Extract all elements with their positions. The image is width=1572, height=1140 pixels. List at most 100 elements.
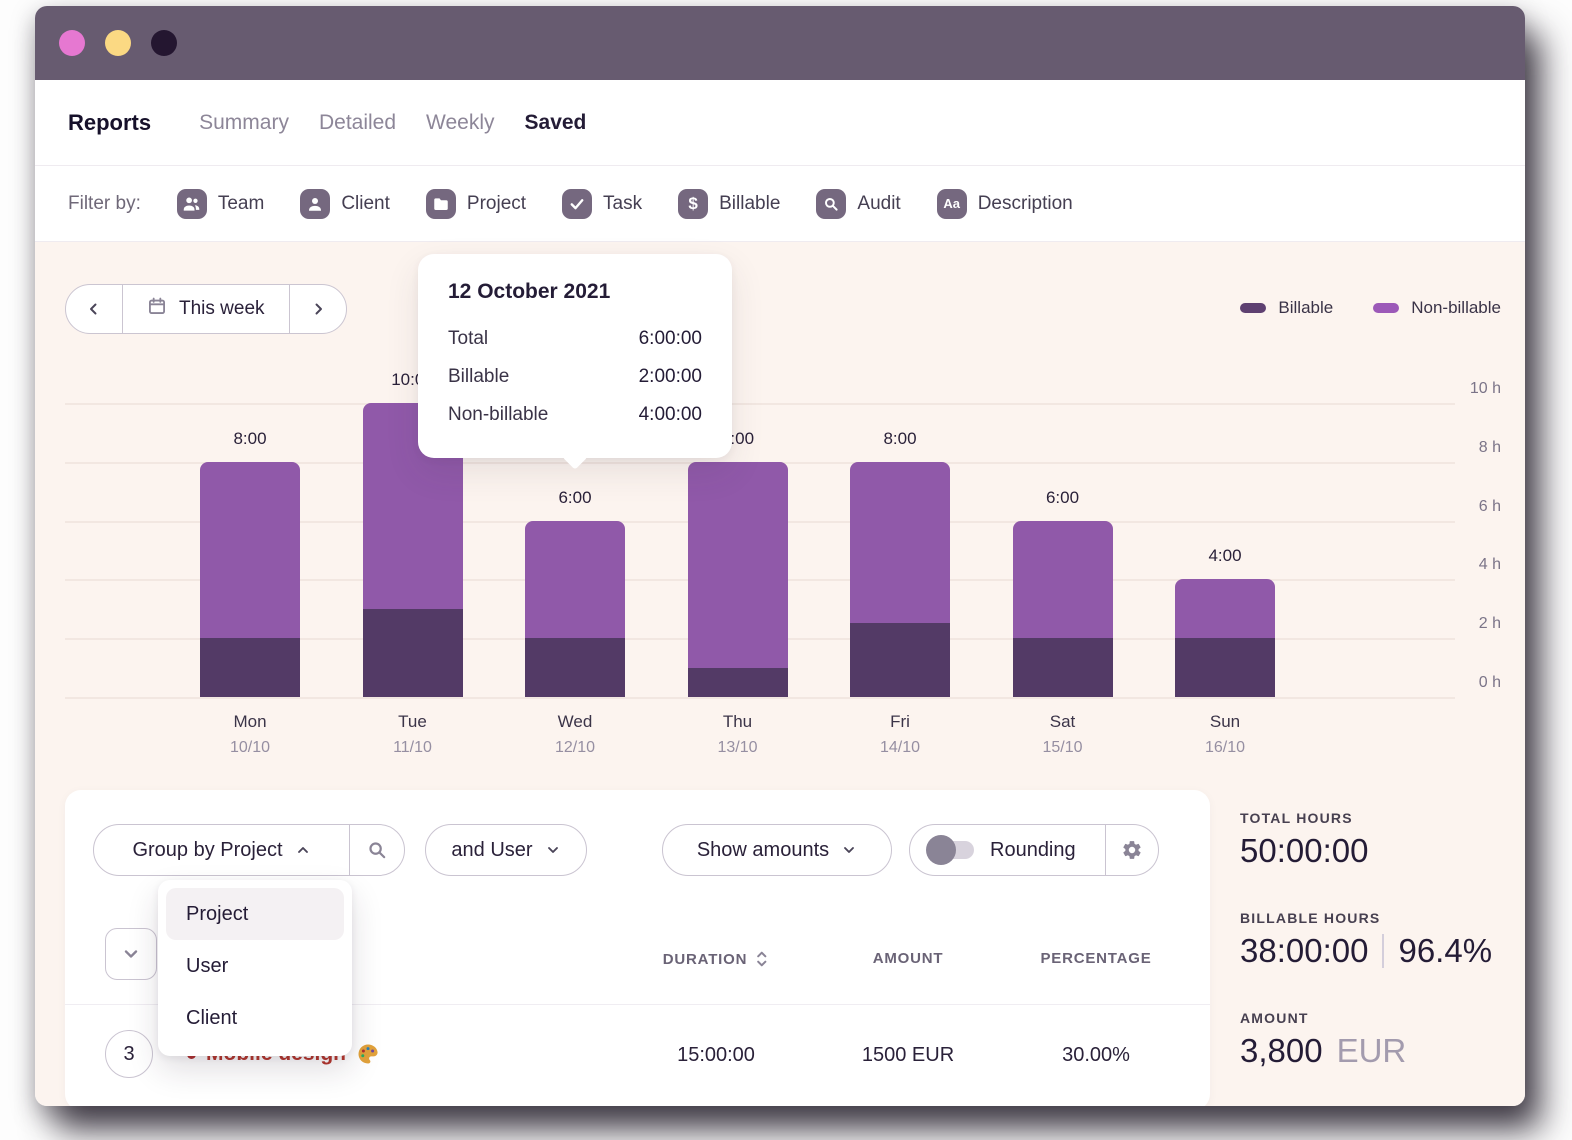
filter-client[interactable]: Client — [300, 189, 390, 219]
gridline — [65, 403, 1455, 405]
billable-segment — [850, 623, 950, 697]
app-window: Reports Summary Detailed Weekly Saved Fi… — [35, 6, 1525, 1106]
tooltip-total-value: 6:00:00 — [639, 328, 702, 350]
billable-hours-value: 38:00:00 96.4% — [1240, 932, 1492, 970]
row-percentage: 30.00% — [1062, 1044, 1130, 1067]
bar-thu[interactable] — [688, 462, 788, 697]
tooltip-row-billable: Billable 2:00:00 — [448, 358, 702, 396]
y-axis-tick: 10 h — [1451, 380, 1501, 398]
calendar-icon — [147, 296, 167, 322]
group-search-button[interactable] — [350, 825, 404, 875]
tab-summary[interactable]: Summary — [199, 111, 289, 135]
x-axis-day: Wed — [525, 712, 625, 732]
audit-icon — [816, 189, 846, 219]
row-amount: 1500 EUR — [862, 1044, 954, 1067]
rounding-settings-button[interactable] — [1106, 825, 1158, 875]
tooltip-non-billable-label: Non-billable — [448, 404, 548, 426]
total-hours-label: TOTAL HOURS — [1240, 810, 1353, 826]
filter-team-label: Team — [218, 193, 264, 215]
tooltip-total-label: Total — [448, 328, 488, 350]
toggle-knob — [926, 835, 956, 865]
secondary-group-label: and User — [451, 839, 532, 862]
tab-weekly[interactable]: Weekly — [426, 111, 494, 135]
total-hours-value: 50:00:00 — [1240, 832, 1368, 870]
filter-team[interactable]: Team — [177, 189, 264, 219]
rounding-toggle[interactable] — [928, 839, 974, 861]
legend-non-billable[interactable]: Non-billable — [1373, 298, 1501, 318]
menu-item-project[interactable]: Project — [166, 888, 344, 940]
bar-mon[interactable] — [200, 462, 300, 697]
filter-bar: Filter by: Team Client Project — [35, 166, 1525, 242]
date-range-label: This week — [179, 298, 265, 320]
group-by-button[interactable]: Group by Project — [94, 825, 349, 875]
window-close-button[interactable] — [59, 30, 85, 56]
billable-segment — [200, 638, 300, 697]
report-table-card: Group by Project and User Show amounts — [65, 790, 1210, 1106]
filter-project[interactable]: Project — [426, 189, 526, 219]
amount-value: 3,800 EUR — [1240, 1032, 1406, 1070]
group-by-label: Group by Project — [132, 839, 282, 862]
window-titlebar — [35, 6, 1525, 80]
billable-segment — [1013, 638, 1113, 697]
palette-emoji-icon — [356, 1042, 380, 1066]
tab-saved[interactable]: Saved — [525, 111, 587, 135]
bar-total-label: 4:00 — [1175, 546, 1275, 566]
billable-segment — [688, 668, 788, 697]
bar-fri[interactable] — [850, 462, 950, 697]
x-axis-day: Sat — [1013, 712, 1113, 732]
billable-icon: $ — [678, 189, 708, 219]
x-axis-day: Sun — [1175, 712, 1275, 732]
rounding-toggle-area[interactable]: Rounding — [910, 839, 1105, 862]
client-icon — [300, 189, 330, 219]
percentage-header-label: PERCENTAGE — [1040, 950, 1151, 967]
previous-week-button[interactable] — [66, 285, 122, 333]
filter-billable[interactable]: $ Billable — [678, 189, 780, 219]
x-axis-date: 14/10 — [850, 739, 950, 757]
filter-description[interactable]: Aa Description — [937, 189, 1073, 219]
chart-tooltip: 12 October 2021 Total 6:00:00 Billable 2… — [418, 254, 732, 458]
secondary-group-button[interactable]: and User — [425, 824, 587, 876]
window-maximize-button[interactable] — [151, 30, 177, 56]
filter-task-label: Task — [603, 193, 642, 215]
legend-billable-label: Billable — [1278, 298, 1333, 318]
bar-sat[interactable] — [1013, 521, 1113, 697]
group-by-control: Group by Project — [93, 824, 405, 876]
description-icon: Aa — [937, 189, 967, 219]
bar-sun[interactable] — [1175, 579, 1275, 697]
column-header-percentage[interactable]: PERCENTAGE — [1040, 950, 1151, 967]
chevron-down-icon — [545, 842, 561, 858]
date-range-picker: This week — [65, 284, 347, 334]
non-billable-segment — [1175, 579, 1275, 638]
bar-total-label: 6:00 — [525, 488, 625, 508]
filter-audit[interactable]: Audit — [816, 189, 900, 219]
screenshot-canvas: Reports Summary Detailed Weekly Saved Fi… — [0, 0, 1572, 1140]
filter-description-label: Description — [978, 193, 1073, 215]
team-icon — [177, 189, 207, 219]
date-range-button[interactable]: This week — [122, 285, 290, 333]
show-amounts-button[interactable]: Show amounts — [662, 824, 892, 876]
tab-detailed[interactable]: Detailed — [319, 111, 396, 135]
billable-hours-percentage: 96.4% — [1398, 932, 1492, 970]
x-axis-date: 13/10 — [688, 739, 788, 757]
filter-task[interactable]: Task — [562, 189, 642, 219]
rounding-control: Rounding — [909, 824, 1159, 876]
next-week-button[interactable] — [290, 285, 346, 333]
window-minimize-button[interactable] — [105, 30, 131, 56]
column-header-amount[interactable]: AMOUNT — [873, 950, 944, 967]
menu-item-user[interactable]: User — [166, 940, 344, 992]
tooltip-non-billable-value: 4:00:00 — [639, 404, 702, 426]
row-count-badge[interactable]: 3 — [105, 1030, 153, 1078]
menu-item-client[interactable]: Client — [166, 992, 344, 1044]
expand-row-button[interactable] — [105, 928, 157, 980]
billable-segment — [363, 609, 463, 697]
amount-currency: EUR — [1337, 1032, 1407, 1070]
duration-header-label: DURATION — [663, 951, 747, 968]
x-axis-date: 12/10 — [525, 739, 625, 757]
non-billable-segment — [688, 462, 788, 668]
x-axis-day: Mon — [200, 712, 300, 732]
legend-billable[interactable]: Billable — [1240, 298, 1333, 318]
tooltip-billable-label: Billable — [448, 366, 509, 388]
column-header-duration[interactable]: DURATION — [663, 950, 769, 968]
bar-wed[interactable] — [525, 521, 625, 697]
bar-total-label: 6:00 — [1013, 488, 1113, 508]
